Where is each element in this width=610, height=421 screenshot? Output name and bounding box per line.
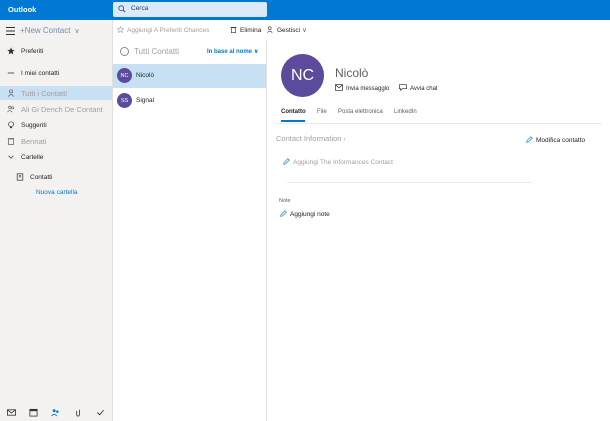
new-folder-link[interactable]: Nuova cartella <box>36 189 78 196</box>
contact-avatar-large: NC <box>281 54 324 97</box>
add-info-label: Aggiungi The Informances Contact <box>293 159 393 166</box>
nav-item-label: Suggeriti <box>21 121 47 129</box>
nav-item-suggested[interactable]: Suggeriti <box>0 118 112 132</box>
tab-contact[interactable]: Contatto <box>281 109 306 115</box>
chevron-down-icon: ∨ <box>253 49 259 55</box>
start-chat-button[interactable]: Avvia chat <box>399 84 438 92</box>
list-title: Tutti Contatti <box>134 47 180 56</box>
sort-dropdown[interactable]: In base al nome ∨ <box>207 48 259 55</box>
nav-item-shared-contacts[interactable]: Ali Gi Dench De Contant <box>0 102 112 116</box>
person-icon <box>7 89 15 97</box>
delete-button[interactable]: Elimina <box>230 26 261 34</box>
chevron-down-icon <box>8 155 14 159</box>
lightbulb-icon <box>8 121 14 129</box>
attachment-icon[interactable] <box>74 408 83 417</box>
nav-item-label: Bennati <box>21 136 47 146</box>
mail-icon[interactable] <box>6 408 16 417</box>
avatar: NC <box>117 68 132 83</box>
edit-contact-button[interactable]: Modifica contatto <box>526 136 585 144</box>
send-message-label: Invia messaggio <box>346 86 390 92</box>
chevron-down-icon[interactable]: ∨ <box>74 28 79 35</box>
add-note-label: Aggiungi note <box>290 211 330 218</box>
contact-name: Nicolò <box>136 72 155 79</box>
hamburger-menu-icon[interactable] <box>6 27 15 35</box>
pencil-icon <box>280 210 287 217</box>
contact-detail-pane: NC Nicolò Invia messaggio Avvia chat Con… <box>267 40 610 421</box>
pencil-icon <box>526 136 533 143</box>
nav-item-label: Tutti i Contatti <box>21 88 67 98</box>
add-favorites-button[interactable]: Aggiungi A Preferiti Chances <box>117 26 209 34</box>
left-navigation: +New Contact ∨ Preferiti I miei contatti … <box>0 20 113 421</box>
delete-label: Elimina <box>240 27 262 34</box>
new-contact-label: New Contact <box>24 26 71 35</box>
nav-item-folders[interactable]: Cartelle <box>0 150 112 164</box>
contact-list-header: Tutti Contatti In base al nome ∨ <box>113 44 267 60</box>
search-icon <box>118 5 126 13</box>
new-contact-button[interactable]: +New Contact ∨ <box>20 26 80 35</box>
nav-item-label: Contatti <box>30 173 53 181</box>
chevron-down-icon <box>7 72 15 74</box>
manage-label: Gestisci <box>277 27 301 34</box>
trash-icon <box>230 27 237 33</box>
chat-icon <box>399 84 407 91</box>
avatar: SS <box>117 93 132 108</box>
pencil-icon <box>283 158 290 165</box>
active-tab-indicator <box>281 120 305 122</box>
contact-row[interactable]: SS Signal <box>113 89 266 113</box>
add-favorites-label: Aggiungi A Preferiti Chances <box>127 27 210 34</box>
search-input[interactable]: Cerca <box>131 5 148 12</box>
nav-item-favorites[interactable]: Preferiti <box>0 44 112 58</box>
mail-icon <box>335 84 343 91</box>
star-icon <box>7 47 15 55</box>
star-add-icon <box>117 26 124 33</box>
sort-label: In base al nome <box>207 49 253 55</box>
module-switcher <box>0 403 112 421</box>
todo-check-icon[interactable] <box>96 408 105 417</box>
contact-information-header[interactable]: Contact Information › <box>276 134 346 143</box>
divider <box>287 182 532 183</box>
chevron-right-icon: › <box>343 137 346 143</box>
people-icon <box>7 105 15 113</box>
nav-item-all-contacts[interactable]: Tutti i Contatti <box>0 86 112 100</box>
start-chat-label: Avvia chat <box>410 86 438 92</box>
divider <box>275 123 602 124</box>
notes-label: Note <box>279 198 291 204</box>
people-icon[interactable] <box>51 408 60 417</box>
nav-item-label: Preferiti <box>21 47 44 55</box>
command-bar: Aggiungi A Preferiti Chances Elimina Ges… <box>113 20 610 40</box>
nav-folder-contacts[interactable]: Contatti <box>0 170 112 184</box>
manage-button[interactable]: Gestisci ∨ <box>267 26 307 34</box>
contact-list: Tutti Contatti In base al nome ∨ NC Nico… <box>113 40 267 421</box>
tab-files[interactable]: File <box>317 109 327 115</box>
address-book-icon <box>16 173 24 181</box>
section-title-label: Contact Information <box>276 134 342 143</box>
contact-display-name: Nicolò <box>335 66 369 80</box>
calendar-icon[interactable] <box>29 408 38 417</box>
contact-row[interactable]: NC Nicolò <box>113 64 266 88</box>
top-header-bar: Outlook Cerca <box>0 0 610 20</box>
nav-item-deleted[interactable]: Bennati <box>0 134 112 148</box>
nav-item-label: Cartelle <box>21 153 44 161</box>
chevron-down-icon: ∨ <box>302 27 307 34</box>
nav-item-label: Ali Gi Dench De Contant <box>21 104 103 114</box>
contact-name: Signal <box>136 97 155 104</box>
nav-item-my-contacts[interactable]: I miei contatti <box>0 66 112 80</box>
trash-icon <box>7 138 15 145</box>
app-title[interactable]: Outlook <box>8 5 36 14</box>
tab-email[interactable]: Posta elettronica <box>338 109 383 115</box>
nav-item-label: I miei contatti <box>21 69 60 77</box>
edit-contact-label: Modifica contatto <box>536 137 586 144</box>
add-contact-info-button[interactable]: Aggiungi The Informances Contact <box>283 158 393 166</box>
send-message-button[interactable]: Invia messaggio <box>335 84 389 92</box>
manage-people-icon <box>267 26 273 33</box>
search-box[interactable]: Cerca <box>113 2 267 17</box>
select-all-checkbox[interactable] <box>120 47 129 56</box>
add-note-button[interactable]: Aggiungi note <box>280 210 330 218</box>
tab-linkedin[interactable]: LinkedIn <box>394 109 417 115</box>
